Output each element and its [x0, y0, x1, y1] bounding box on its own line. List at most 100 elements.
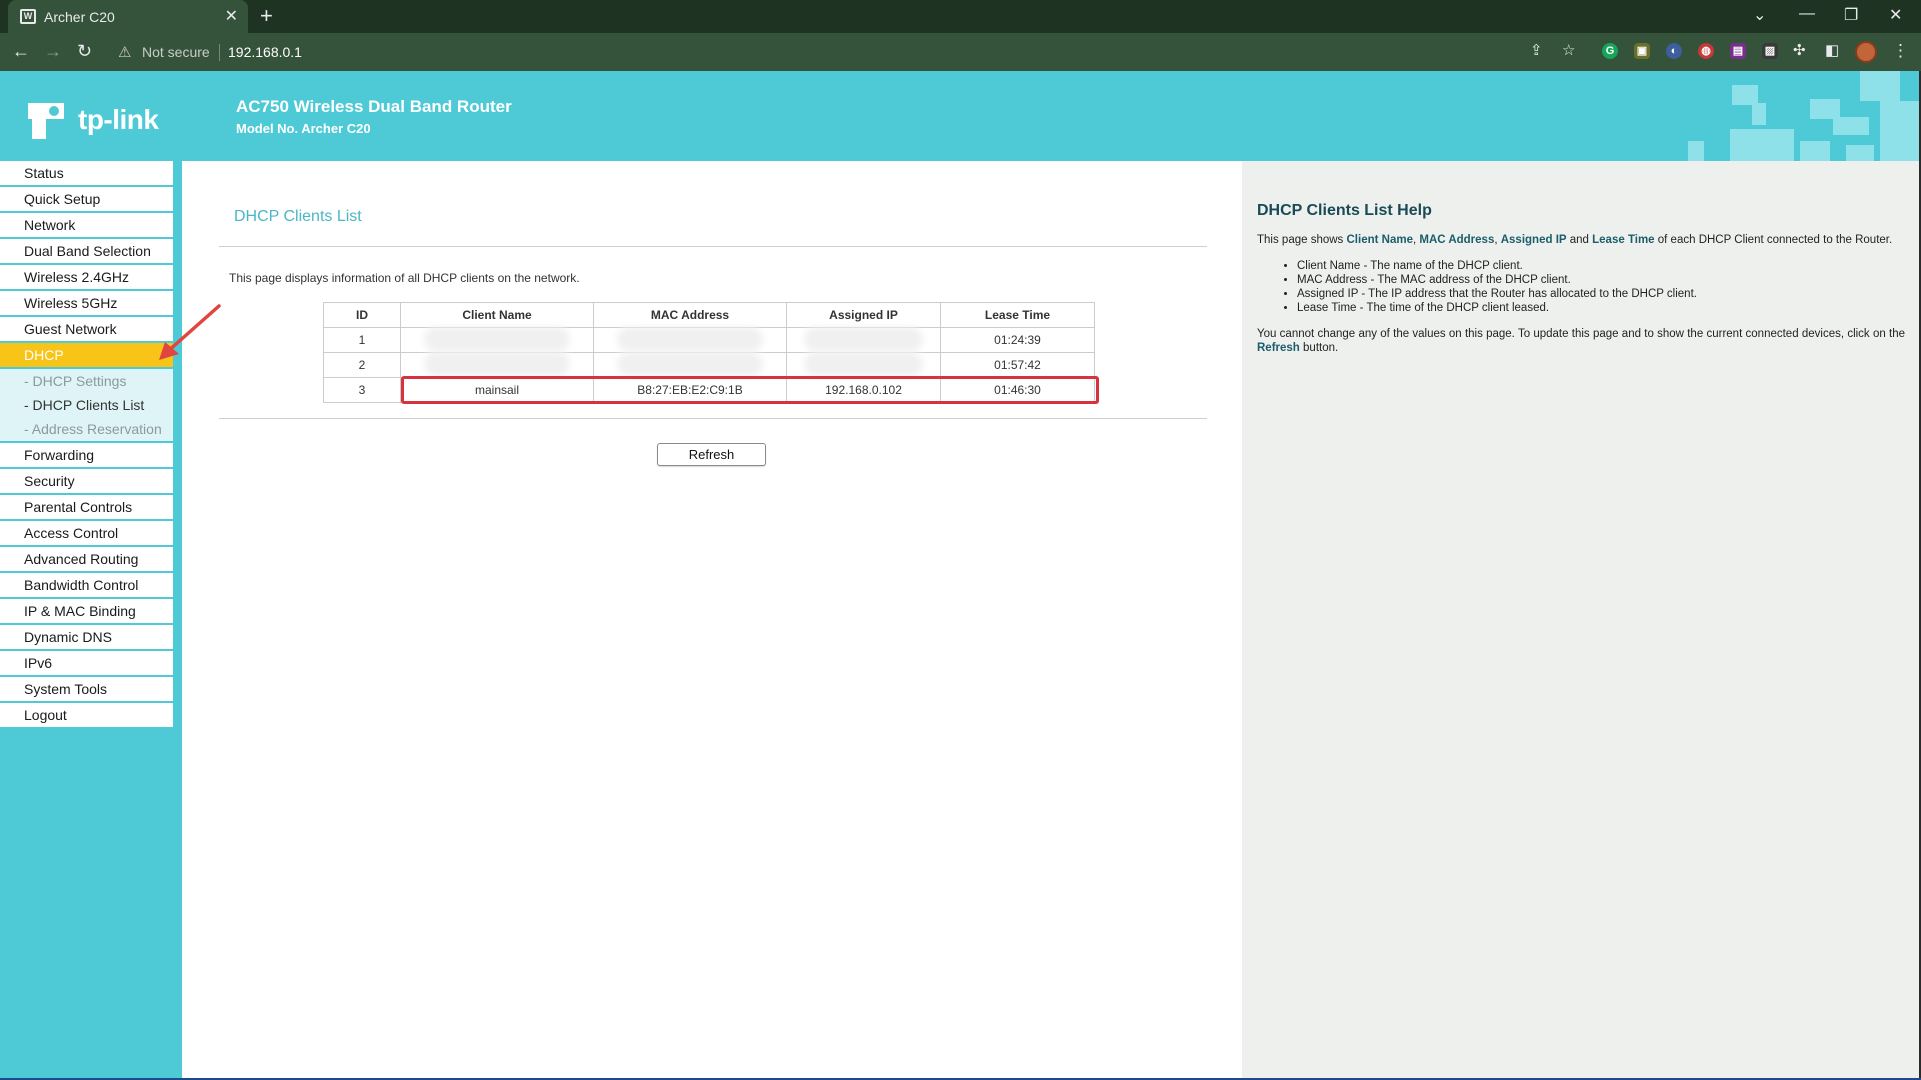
- menu-item-guest-network[interactable]: Guest Network: [0, 317, 173, 343]
- help-title: DHCP Clients List Help: [1257, 202, 1432, 219]
- help-text: of each DHCP Client connected to the Rou…: [1654, 234, 1893, 246]
- security-label[interactable]: Not secure: [142, 44, 210, 60]
- help-bullet-list: Client Name - The name of the DHCP clien…: [1297, 259, 1905, 315]
- header-decoration: [1688, 141, 1704, 161]
- cell-lease-time: 01:24:39: [940, 327, 1095, 353]
- address-bar[interactable]: ⚠ Not secure 192.168.0.1: [108, 37, 1588, 67]
- tab-title: Archer C20: [44, 9, 115, 25]
- cell-assigned-ip-redacted: [786, 327, 941, 353]
- annotation-arrow-icon: [159, 304, 221, 360]
- menu-item-network[interactable]: Network: [0, 213, 173, 239]
- refresh-button[interactable]: Refresh: [657, 443, 766, 466]
- help-bullet: Lease Time - The time of the DHCP client…: [1297, 301, 1905, 315]
- help-text: You cannot change any of the values on t…: [1257, 328, 1905, 340]
- menu-item-parental-controls[interactable]: Parental Controls: [0, 495, 173, 521]
- submenu-item-dhcp-settings[interactable]: - DHCP Settings: [0, 369, 173, 393]
- header-decoration: [1860, 71, 1900, 101]
- help-note: You cannot change any of the values on t…: [1257, 327, 1905, 355]
- column-header-id: ID: [323, 302, 401, 328]
- browser-menu-icon[interactable]: ⋮: [1892, 41, 1909, 61]
- extension-icon[interactable]: ▤: [1730, 43, 1746, 59]
- help-text: and: [1566, 234, 1593, 246]
- extension-icon[interactable]: ◍: [1698, 43, 1714, 59]
- help-intro: This page shows Client Name, MAC Address…: [1257, 233, 1905, 247]
- warning-triangle-icon[interactable]: ⚠: [118, 43, 131, 61]
- cell-client-name-redacted: [400, 352, 594, 378]
- extensions-puzzle-icon[interactable]: ✣: [1793, 41, 1806, 59]
- browser-tabstrip: W Archer C20 ✕ + ⌄ — ❐ ✕: [0, 0, 1921, 33]
- table-row: 2 01:57:42: [323, 352, 1095, 378]
- column-header-mac-address: MAC Address: [593, 302, 787, 328]
- minimize-icon[interactable]: —: [1799, 5, 1815, 23]
- help-panel: DHCP Clients List Help This page shows C…: [1242, 161, 1921, 1080]
- omnibox-divider: [219, 44, 220, 61]
- header-decoration: [1880, 101, 1921, 161]
- help-term: Lease Time: [1592, 234, 1655, 246]
- menu-item-access-control[interactable]: Access Control: [0, 521, 173, 547]
- header-decoration: [1846, 145, 1874, 161]
- cell-id: 2: [323, 352, 401, 378]
- help-term: Assigned IP: [1500, 234, 1567, 246]
- product-title: AC750 Wireless Dual Band Router: [236, 97, 512, 116]
- help-term: Refresh: [1257, 342, 1300, 354]
- main-menu: Status Quick Setup Network Dual Band Sel…: [0, 161, 173, 729]
- browser-tab[interactable]: W Archer C20 ✕: [8, 0, 248, 33]
- column-header-client-name: Client Name: [400, 302, 594, 328]
- reload-icon[interactable]: ↻: [77, 41, 92, 62]
- cell-id: 3: [323, 377, 401, 403]
- cell-id: 1: [323, 327, 401, 353]
- profile-avatar[interactable]: [1855, 41, 1877, 63]
- header-decoration: [1810, 99, 1840, 119]
- cell-lease-time: 01:57:42: [940, 352, 1095, 378]
- share-icon[interactable]: ⇪: [1530, 41, 1543, 59]
- menu-item-dynamic-dns[interactable]: Dynamic DNS: [0, 625, 173, 651]
- menu-item-ip-mac-binding[interactable]: IP & MAC Binding: [0, 599, 173, 625]
- logo-text: tp-link: [78, 104, 159, 135]
- router-header: tp-link AC750 Wireless Dual Band Router …: [0, 71, 1921, 161]
- page-intro: This page displays information of all DH…: [229, 271, 580, 285]
- menu-item-system-tools[interactable]: System Tools: [0, 677, 173, 703]
- extension-icon[interactable]: ▣: [1634, 43, 1650, 59]
- menu-item-wireless-5ghz[interactable]: Wireless 5GHz: [0, 291, 173, 317]
- back-arrow-icon[interactable]: ←: [12, 41, 30, 62]
- menu-item-logout[interactable]: Logout: [0, 703, 173, 729]
- help-term: MAC Address: [1419, 234, 1495, 246]
- menu-item-advanced-routing[interactable]: Advanced Routing: [0, 547, 173, 573]
- help-term: Client Name: [1346, 234, 1413, 246]
- help-bullet: MAC Address - The MAC address of the DHC…: [1297, 273, 1905, 287]
- menu-item-dhcp[interactable]: DHCP: [0, 343, 173, 369]
- redacted-blur: [622, 332, 758, 345]
- submenu-item-dhcp-clients-list[interactable]: - DHCP Clients List: [0, 393, 173, 417]
- browser-toolbar: ← → ↻ ⚠ Not secure 192.168.0.1 ⇪ ☆ G ▣ ◐…: [0, 33, 1921, 71]
- divider: [219, 418, 1207, 419]
- header-decoration: [1752, 103, 1766, 125]
- cell-client-name-redacted: [400, 327, 594, 353]
- menu-item-wireless-2-4ghz[interactable]: Wireless 2.4GHz: [0, 265, 173, 291]
- model-number: Model No. Archer C20: [236, 121, 371, 136]
- menu-item-forwarding[interactable]: Forwarding: [0, 443, 173, 469]
- side-panel-icon[interactable]: ◧: [1825, 41, 1839, 59]
- forward-arrow-icon[interactable]: →: [44, 41, 62, 62]
- extension-icon[interactable]: ◐: [1666, 43, 1682, 59]
- menu-item-status[interactable]: Status: [0, 161, 173, 187]
- header-decoration: [1800, 141, 1830, 161]
- menu-item-quick-setup[interactable]: Quick Setup: [0, 187, 173, 213]
- help-text: button.: [1299, 342, 1339, 354]
- new-tab-icon[interactable]: +: [260, 3, 273, 29]
- menu-item-bandwidth-control[interactable]: Bandwidth Control: [0, 573, 173, 599]
- menu-item-dual-band-selection[interactable]: Dual Band Selection: [0, 239, 173, 265]
- bookmark-star-icon[interactable]: ☆: [1562, 41, 1575, 59]
- header-decoration: [1730, 129, 1794, 161]
- menu-item-ipv6[interactable]: IPv6: [0, 651, 173, 677]
- tab-close-icon[interactable]: ✕: [225, 6, 238, 26]
- tab-search-chevron-icon[interactable]: ⌄: [1753, 5, 1766, 25]
- submenu-item-address-reservation[interactable]: - Address Reservation: [0, 417, 173, 443]
- main-content: DHCP Clients List This page displays inf…: [182, 161, 1242, 1080]
- menu-item-security[interactable]: Security: [0, 469, 173, 495]
- grammarly-extension-icon[interactable]: G: [1602, 43, 1618, 59]
- close-window-icon[interactable]: ✕: [1889, 5, 1902, 25]
- redacted-blur: [429, 332, 565, 345]
- restore-icon[interactable]: ❐: [1844, 5, 1858, 25]
- extension-icon[interactable]: ▨: [1762, 43, 1778, 59]
- url-text[interactable]: 192.168.0.1: [228, 44, 302, 60]
